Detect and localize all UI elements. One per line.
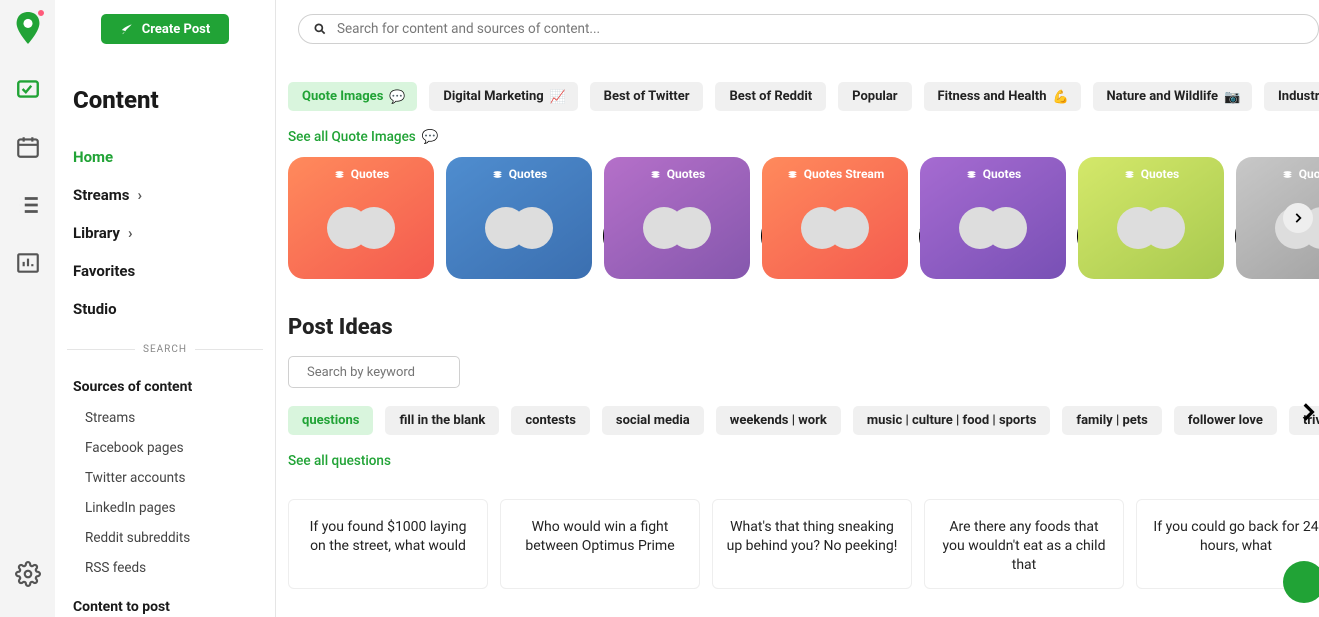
chip-industries[interactable]: Industries bbox=[1264, 82, 1319, 111]
muscle-icon: 💪 bbox=[1053, 90, 1067, 104]
source-rss[interactable]: RSS feeds bbox=[85, 553, 257, 583]
idea-card[interactable]: Who would win a fight between Optimus Pr… bbox=[500, 499, 700, 589]
idea-card[interactable]: Are there any foods that you wouldn't ea… bbox=[924, 499, 1124, 589]
source-streams[interactable]: Streams bbox=[85, 403, 257, 433]
sidebar-title: Content bbox=[73, 86, 275, 114]
rail-analytics-icon[interactable] bbox=[15, 250, 41, 276]
rail-settings-icon[interactable] bbox=[15, 561, 41, 587]
camera-icon: 📷 bbox=[1224, 90, 1238, 104]
stream-next-button[interactable] bbox=[1283, 203, 1313, 233]
chip-social-media[interactable]: social media bbox=[602, 406, 704, 435]
nav-library[interactable]: Library› bbox=[73, 214, 257, 252]
chip-questions[interactable]: questions bbox=[288, 406, 373, 435]
nav-favorites[interactable]: Favorites bbox=[73, 252, 257, 290]
keyword-search[interactable] bbox=[288, 356, 460, 388]
post-ideas-title: Post Ideas bbox=[288, 315, 1319, 340]
see-all-questions[interactable]: See all questions bbox=[288, 453, 391, 469]
idea-chips: questions fill in the blank contests soc… bbox=[282, 388, 1319, 435]
keyword-input[interactable] bbox=[307, 365, 473, 380]
source-linkedin[interactable]: LinkedIn pages bbox=[85, 493, 257, 523]
search-input[interactable] bbox=[337, 21, 1304, 37]
chip-fitness[interactable]: Fitness and Health💪 bbox=[924, 82, 1081, 111]
sidebar: Create Post Content Home Streams› Librar… bbox=[55, 0, 276, 617]
icon-rail bbox=[0, 0, 55, 617]
create-post-button[interactable]: Create Post bbox=[101, 14, 229, 44]
chip-weekends-work[interactable]: weekends | work bbox=[716, 406, 841, 435]
chevron-right-icon: › bbox=[138, 186, 143, 204]
chat-fab[interactable] bbox=[1283, 561, 1319, 603]
rail-calendar-icon[interactable] bbox=[15, 134, 41, 160]
nav-streams[interactable]: Streams› bbox=[73, 176, 257, 214]
content-heading: Content to post bbox=[55, 591, 275, 617]
idea-chips-next-button[interactable] bbox=[1295, 399, 1319, 425]
chip-quote-images[interactable]: Quote Images💬 bbox=[288, 82, 417, 111]
notification-dot bbox=[36, 8, 46, 18]
sidebar-nav: Home Streams› Library› Favorites Studio bbox=[55, 138, 275, 328]
chip-music-culture[interactable]: music | culture | food | sports bbox=[853, 406, 1051, 435]
topic-chips: Quote Images💬 Digital Marketing📈 Best of… bbox=[282, 64, 1319, 111]
chip-family-pets[interactable]: family | pets bbox=[1062, 406, 1161, 435]
stream-card[interactable]: Quotes HOME FITNESS bbox=[1078, 157, 1224, 279]
stream-card[interactable]: Quotes "Daily Quotes" bbox=[604, 157, 750, 279]
app-logo[interactable] bbox=[14, 12, 42, 44]
chip-best-twitter[interactable]: Best of Twitter bbox=[590, 82, 704, 111]
chip-digital-marketing[interactable]: Digital Marketing📈 bbox=[429, 82, 577, 111]
source-facebook[interactable]: Facebook pages bbox=[85, 433, 257, 463]
chip-contests[interactable]: contests bbox=[511, 406, 590, 435]
stream-cards-row: Quotes QUOTESQuotes QUOTESQuotes "Daily … bbox=[282, 157, 1319, 279]
nav-home[interactable]: Home bbox=[73, 138, 257, 176]
stream-card[interactable]: Quotes QUOTES bbox=[288, 157, 434, 279]
search-icon bbox=[313, 22, 327, 36]
idea-cards-row: If you found $1000 laying on the street,… bbox=[282, 499, 1319, 589]
idea-card[interactable]: If you found $1000 laying on the street,… bbox=[288, 499, 488, 589]
sources-heading: Sources of content bbox=[55, 371, 275, 403]
see-all-quote-images[interactable]: See all Quote Images💬 bbox=[288, 129, 439, 145]
create-post-label: Create Post bbox=[142, 22, 211, 37]
main-area: Quote Images💬 Digital Marketing📈 Best of… bbox=[276, 0, 1319, 617]
idea-card[interactable]: What's that thing sneaking up behind you… bbox=[712, 499, 912, 589]
chip-best-reddit[interactable]: Best of Reddit bbox=[715, 82, 826, 111]
chip-fill-blank[interactable]: fill in the blank bbox=[385, 406, 499, 435]
rail-content-icon[interactable] bbox=[15, 76, 41, 102]
stream-card[interactable]: Quotes Stream QUOTES bbox=[762, 157, 908, 279]
chip-follower-love[interactable]: follower love bbox=[1174, 406, 1277, 435]
nav-studio[interactable]: Studio bbox=[73, 290, 257, 328]
stream-card[interactable]: Quotes ❝ bbox=[920, 157, 1066, 279]
chip-popular[interactable]: Popular bbox=[838, 82, 911, 111]
sources-list: Streams Facebook pages Twitter accounts … bbox=[55, 403, 275, 591]
speech-icon: 💬 bbox=[389, 90, 403, 104]
search-separator: SEARCH bbox=[67, 344, 263, 355]
rail-list-icon[interactable] bbox=[15, 192, 41, 218]
chip-nature[interactable]: Nature and Wildlife📷 bbox=[1093, 82, 1252, 111]
source-reddit[interactable]: Reddit subreddits bbox=[85, 523, 257, 553]
speech-icon: 💬 bbox=[422, 129, 439, 145]
chart-icon: 📈 bbox=[550, 90, 564, 104]
chevron-right-icon: › bbox=[128, 224, 133, 242]
global-search[interactable] bbox=[298, 14, 1319, 44]
source-twitter[interactable]: Twitter accounts bbox=[85, 463, 257, 493]
stream-card[interactable]: Quotes QUOTES bbox=[446, 157, 592, 279]
